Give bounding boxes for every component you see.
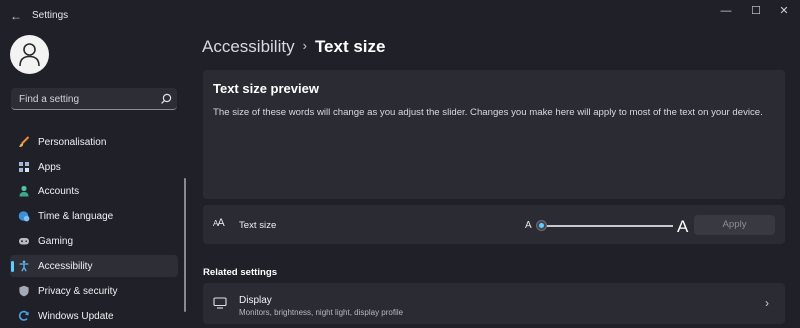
text-size-setting-card: AA Text size A A Apply [203,205,785,244]
sidebar-item-accessibility[interactable]: Accessibility [10,255,178,277]
monitor-icon [213,297,227,309]
back-arrow-icon[interactable]: ← [8,8,24,24]
breadcrumb-parent[interactable]: Accessibility [202,37,295,56]
sidebar-item-gaming[interactable]: Gaming [10,230,178,252]
sidebar-item-label: Accessibility [38,261,93,272]
sidebar-item-windows-update[interactable]: Windows Update [10,305,178,327]
sidebar-item-label: Accounts [38,186,80,197]
preview-title: Text size preview [213,81,319,96]
text-size-slider-track[interactable] [541,225,673,227]
search-icon[interactable] [159,92,173,106]
sidebar-item-label: Windows Update [38,311,114,322]
slider-max-label: A [677,217,689,236]
page-title: Text size [314,37,386,56]
title-bar: ← Settings — ☐ ✕ [0,0,800,32]
active-indicator [11,261,14,272]
sidebar-item-time-language[interactable]: Time & language [10,205,178,227]
display-title: Display [239,295,272,306]
globe-clock-icon [18,211,30,222]
breadcrumb-separator: › [302,38,307,53]
related-item-display[interactable]: Display Monitors, brightness, night ligh… [203,283,785,324]
breadcrumb: Accessibility › Text size [202,37,386,57]
maximize-button[interactable]: ☐ [742,3,770,19]
user-icon [19,43,40,67]
accessibility-icon [19,260,29,272]
sidebar-item-label: Time & language [38,211,114,222]
close-button[interactable]: ✕ [770,3,798,19]
sidebar-item-apps[interactable]: Apps [10,156,178,178]
sidebar-item-personalisation[interactable]: Personalisation [10,131,178,153]
apply-button[interactable]: Apply [694,215,775,235]
sidebar-item-label: Apps [38,162,61,173]
text-size-preview-card: Text size preview The size of these word… [203,70,785,199]
text-size-slider-thumb[interactable] [536,220,547,231]
sidebar-item-label: Privacy & security [38,286,118,297]
sidebar-item-label: Gaming [38,236,74,247]
text-size-icon: AA [213,217,225,229]
display-subtitle: Monitors, brightness, night light, displ… [239,308,404,317]
text-size-label: Text size [239,220,277,231]
chevron-right-icon: › [765,296,769,310]
sidebar-item-accounts[interactable]: Accounts [10,180,178,202]
preview-description: The size of these words will change as y… [213,107,763,118]
search-input[interactable]: Find a setting [19,94,79,105]
sidebar-item-privacy-security[interactable]: Privacy & security [10,280,178,302]
sidebar-scrollbar[interactable] [184,178,186,312]
minimize-button[interactable]: — [712,3,740,19]
gamepad-icon [19,238,29,245]
search-box[interactable]: Find a setting [11,88,177,110]
apps-icon [19,162,29,172]
slider-min-label: A [525,220,532,231]
person-icon [19,185,29,197]
sidebar-item-label: Personalisation [38,137,107,148]
shield-icon [19,285,29,297]
avatar[interactable] [10,35,49,74]
paintbrush-icon [19,136,30,147]
refresh-icon [18,310,29,321]
window-title: Settings [32,10,69,21]
related-settings-heading: Related settings [203,267,278,278]
